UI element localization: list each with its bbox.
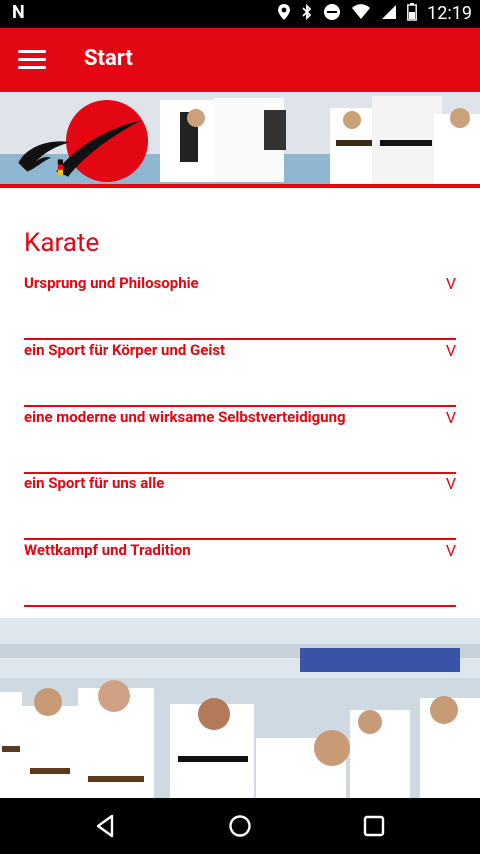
do-not-disturb-icon: [323, 3, 341, 24]
chevron-down-icon[interactable]: V: [446, 341, 456, 360]
recent-apps-icon[interactable]: [360, 812, 388, 840]
hamburger-menu-icon[interactable]: [18, 48, 46, 72]
accordion-item-uns-alle[interactable]: ein Sport für uns alle V: [24, 474, 456, 540]
chevron-down-icon[interactable]: V: [446, 474, 456, 493]
system-nav-bar: [0, 798, 480, 854]
wifi-icon: [351, 4, 371, 23]
divider: [24, 405, 456, 407]
signal-icon: [381, 4, 397, 23]
app-bar: Start: [0, 28, 480, 92]
accordion-item-ursprung[interactable]: Ursprung und Philosophie V: [24, 274, 456, 340]
status-icons: 12:19: [277, 3, 472, 24]
divider: [24, 538, 456, 540]
chevron-down-icon[interactable]: V: [446, 541, 456, 560]
back-icon[interactable]: [92, 812, 120, 840]
divider: [24, 605, 456, 607]
accordion-item-koerper-geist[interactable]: ein Sport für Körper und Geist V: [24, 341, 456, 407]
accordion-item-label: Wettkampf und Tradition: [24, 541, 191, 559]
n-notification-icon: N: [12, 2, 25, 23]
clock: 12:19: [427, 3, 472, 24]
section-title: Karate: [24, 228, 100, 258]
hero-banner: [0, 92, 480, 188]
karate-training-group-photo: [0, 618, 480, 798]
chevron-down-icon[interactable]: V: [446, 274, 456, 293]
page-title: Start: [84, 46, 133, 71]
battery-icon: [407, 3, 418, 24]
accordion-item-wettkampf[interactable]: Wettkampf und Tradition V: [24, 541, 456, 607]
accordion-item-label: ein Sport für Körper und Geist: [24, 341, 226, 359]
accordion-item-selbstverteidigung[interactable]: eine moderne und wirksame Selbstverteidi…: [24, 408, 456, 474]
status-bar: N 12:19: [0, 0, 480, 28]
accordion-item-label: Ursprung und Philosophie: [24, 274, 199, 292]
organization-logo: [6, 98, 148, 188]
chevron-down-icon[interactable]: V: [446, 408, 456, 427]
divider: [24, 338, 456, 340]
bluetooth-icon: [301, 3, 313, 24]
main-content: Karate Ursprung und Philosophie V ein Sp…: [0, 188, 480, 618]
accordion-item-label: eine moderne und wirksame Selbstverteidi…: [24, 408, 346, 426]
accordion-item-label: ein Sport für uns alle: [24, 474, 165, 492]
home-icon[interactable]: [226, 812, 254, 840]
location-icon: [277, 3, 291, 24]
